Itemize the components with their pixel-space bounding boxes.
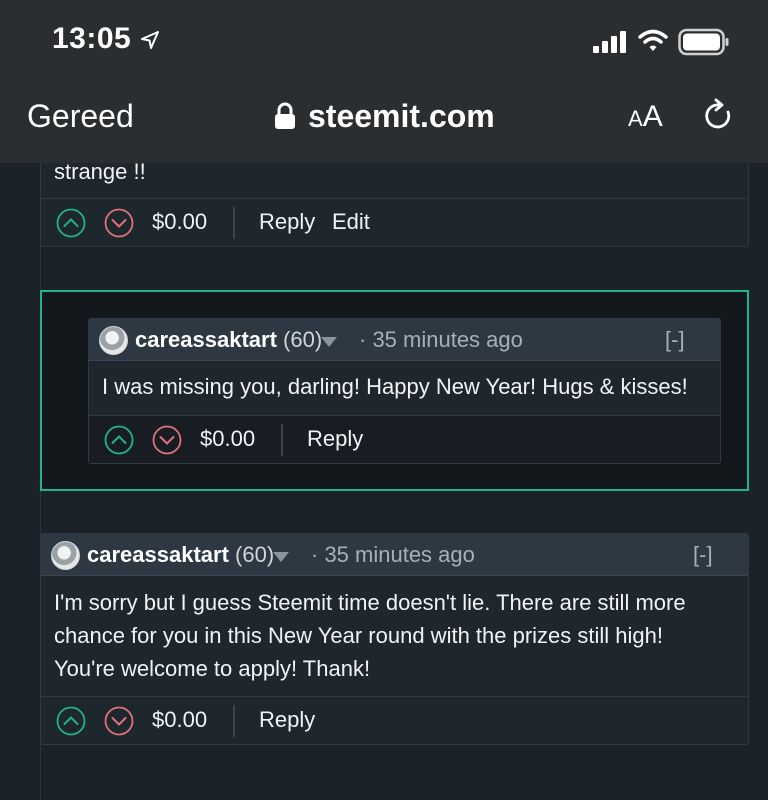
downvote-icon[interactable] xyxy=(152,425,182,455)
reply-footer: $0.00 Reply xyxy=(89,415,720,463)
author-reputation: (60) xyxy=(235,542,275,567)
upvote-icon[interactable] xyxy=(56,706,86,736)
reply-body-line: You're welcome to apply! Thank! xyxy=(54,656,371,681)
author-name[interactable]: careassaktart (60) xyxy=(135,327,322,353)
text-size-big-label: A xyxy=(642,100,663,133)
chevron-down-icon[interactable] xyxy=(321,337,337,347)
cellular-signal-icon xyxy=(593,31,626,53)
browser-chrome: 13:05 Gereed steemit.com AA xyxy=(0,0,768,163)
reply-button[interactable]: Reply xyxy=(259,209,315,235)
reply-body: I'm sorry but I guess Steemit time doesn… xyxy=(54,586,686,685)
footer-divider xyxy=(233,207,235,239)
edit-button[interactable]: Edit xyxy=(332,209,370,235)
downvote-icon[interactable] xyxy=(104,706,134,736)
text-size-button[interactable]: AA xyxy=(628,100,663,134)
timestamp[interactable]: · 35 minutes ago xyxy=(311,542,475,568)
reply-body-line: chance for you in this New Year round wi… xyxy=(54,623,663,648)
chevron-down-icon[interactable] xyxy=(273,552,289,562)
upvote-icon[interactable] xyxy=(104,425,134,455)
reply-header: careassaktart (60) · 35 minutes ago [-] xyxy=(41,534,748,576)
reply-button[interactable]: Reply xyxy=(259,707,315,733)
address-bar-url[interactable]: steemit.com xyxy=(308,98,495,135)
downvote-icon[interactable] xyxy=(104,208,134,238)
highlighted-reply-container: careassaktart (60) · 35 minutes ago [-] … xyxy=(40,290,749,491)
browser-navbar: Gereed steemit.com AA xyxy=(0,80,768,163)
location-arrow-icon xyxy=(141,31,159,49)
status-time: 13:05 xyxy=(52,22,132,55)
reload-icon[interactable] xyxy=(702,98,736,134)
author-reputation: (60) xyxy=(283,327,323,352)
status-bar: 13:05 xyxy=(0,0,768,80)
footer-divider xyxy=(281,424,283,456)
highlighted-reply: careassaktart (60) · 35 minutes ago [-] … xyxy=(88,318,721,464)
text-size-small-label: A xyxy=(628,106,643,131)
author-username: careassaktart xyxy=(135,327,277,352)
author-username: careassaktart xyxy=(87,542,229,567)
reply-body: I was missing you, darling! Happy New Ye… xyxy=(102,374,688,399)
wifi-icon xyxy=(638,29,668,51)
collapse-toggle[interactable]: [-] xyxy=(693,542,713,568)
timestamp[interactable]: · 35 minutes ago xyxy=(359,327,523,353)
payout-value[interactable]: $0.00 xyxy=(152,209,207,235)
payout-value[interactable]: $0.00 xyxy=(152,707,207,733)
second-reply: careassaktart (60) · 35 minutes ago [-] … xyxy=(40,533,749,745)
reply-body-line: I'm sorry but I guess Steemit time doesn… xyxy=(54,590,686,615)
upvote-icon[interactable] xyxy=(56,208,86,238)
footer-divider xyxy=(233,705,235,737)
avatar[interactable] xyxy=(99,326,128,355)
reply-button[interactable]: Reply xyxy=(307,426,363,452)
reply-footer: $0.00 Reply xyxy=(41,696,748,744)
battery-icon xyxy=(678,28,729,56)
done-button[interactable]: Gereed xyxy=(27,98,134,135)
collapse-toggle[interactable]: [-] xyxy=(665,327,685,353)
avatar[interactable] xyxy=(51,541,80,570)
top-comment-footer: $0.00 Reply Edit xyxy=(41,198,748,246)
payout-value[interactable]: $0.00 xyxy=(200,426,255,452)
author-name[interactable]: careassaktart (60) xyxy=(87,542,274,568)
reply-header: careassaktart (60) · 35 minutes ago [-] xyxy=(89,319,720,361)
lock-icon xyxy=(275,102,295,129)
